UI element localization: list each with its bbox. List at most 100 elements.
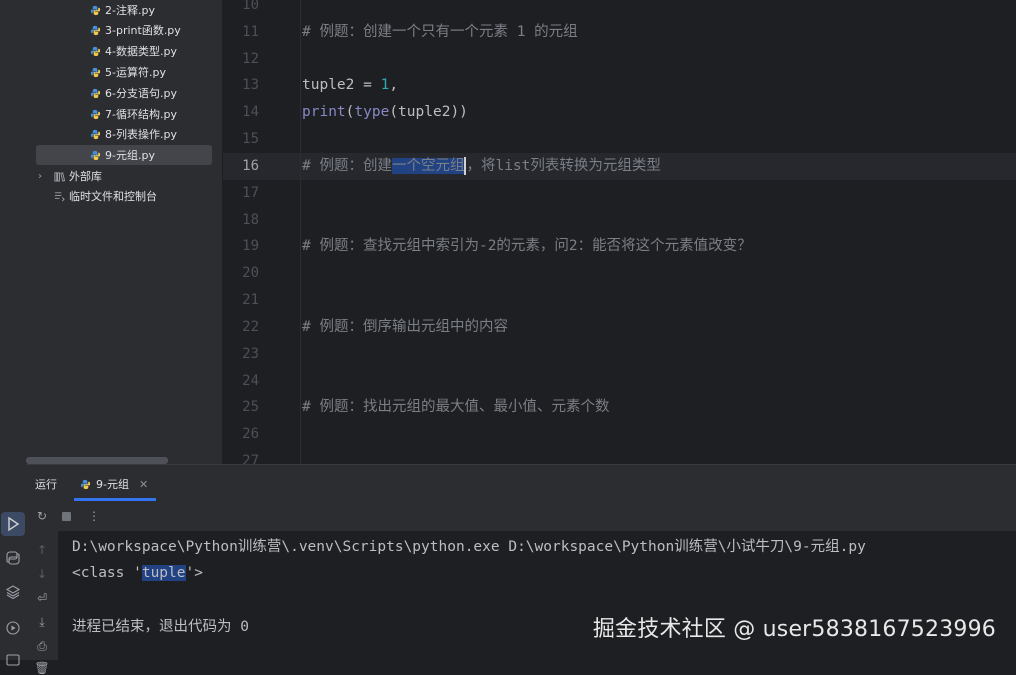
console-text: '> (185, 565, 203, 581)
code-line-print: print(type(tuple2)) (302, 99, 468, 126)
code-builtin: print (302, 104, 346, 120)
external-libs-label: 外部库 (69, 170, 102, 183)
arrow-up-icon[interactable]: ↑ (35, 543, 49, 557)
python-console-button[interactable] (1, 546, 25, 570)
line-number: 10 (242, 0, 259, 13)
rerun-icon[interactable]: ↻ (35, 509, 49, 523)
python-file-icon (90, 46, 101, 56)
line-number: 18 (242, 212, 259, 228)
file-label: 6-分支语句.py (105, 87, 177, 100)
tree-file-item[interactable]: 3-print函数.py (36, 20, 212, 40)
python-file-icon (90, 150, 101, 160)
code-punct: , (389, 77, 399, 93)
project-tree: 2-注释.py 3-print函数.py 4-数据类型.py 5-运算符.py … (26, 0, 223, 464)
trash-icon[interactable]: 🗑 (34, 661, 49, 675)
comment-text: # 例题：创建 (302, 158, 392, 174)
tree-file-item[interactable]: 5-运算符.py (36, 62, 212, 82)
console-text: <class ' (72, 565, 142, 581)
tree-file-item[interactable]: 7-循环结构.py (36, 104, 212, 124)
line-number: 14 (242, 104, 259, 120)
python-file-icon (90, 5, 101, 15)
run-config-tab[interactable]: 9-元组 ✕ (74, 471, 154, 497)
code-punct: ( (389, 104, 399, 120)
line-number: 25 (242, 399, 259, 415)
python-console-icon (6, 551, 20, 565)
chevron-right-icon: › (38, 170, 42, 182)
code-identifier: tuple2 (302, 77, 355, 93)
services-icon (6, 621, 20, 635)
more-options-icon[interactable]: ⋮ (87, 509, 101, 523)
code-comment-current: # 例题：创建一个空元组 ，将list列表转换为元组类型 (302, 153, 661, 180)
close-icon[interactable]: ✕ (139, 478, 148, 491)
tree-scratches[interactable]: 临时文件和控制台 (36, 186, 212, 206)
console-command-line: D:\workspace\Python训练营\.venv\Scripts\pyt… (72, 539, 866, 555)
line-number: 20 (242, 265, 259, 281)
tree-scrollbar[interactable] (26, 457, 168, 464)
tree-file-item[interactable]: 4-数据类型.py (36, 41, 212, 61)
code-line-assign: tuple2 = 1, (302, 72, 398, 99)
stop-icon[interactable] (59, 509, 73, 523)
file-label: 8-列表操作.py (105, 128, 177, 141)
library-icon (54, 171, 65, 182)
line-number: 27 (242, 453, 259, 464)
python-file-icon (90, 109, 101, 119)
tree-file-item-selected[interactable]: 9-元组.py (36, 145, 212, 165)
print-icon[interactable]: ⎙ (35, 639, 49, 653)
services-button[interactable] (1, 616, 25, 640)
terminal-button[interactable] (1, 648, 25, 672)
python-file-icon (90, 88, 101, 98)
line-number-gutter: 10 11 12 13 14 15 16 17 18 19 20 21 22 2… (223, 0, 287, 464)
file-label: 5-运算符.py (105, 66, 166, 79)
indent-guide (300, 0, 301, 464)
file-label: 2-注释.py (105, 4, 155, 17)
run-tool-button[interactable] (1, 512, 25, 536)
code-comment: # 例题：创建一个只有一个元素 1 的元组 (302, 24, 578, 40)
console-side-toolbar: ↑ ↓ ⏎ ⤓ ⎙ 🗑 (26, 531, 58, 675)
run-tab-label: 9-元组 (96, 478, 129, 491)
text-selection: tuple (141, 565, 186, 581)
terminal-icon (6, 654, 20, 666)
code-identifier: tuple2 (398, 104, 451, 120)
line-number: 21 (242, 292, 259, 308)
layers-button[interactable] (1, 580, 25, 604)
code-punct: )) (450, 104, 468, 120)
code-comment: # 例题：查找元组中索引为-2的元素，问2：能否将这个元素值改变？ (302, 238, 752, 254)
tree-file-item[interactable]: 8-列表操作.py (36, 124, 212, 144)
tree-file-item[interactable]: 6-分支语句.py (36, 83, 212, 103)
file-label: 7-循环结构.py (105, 108, 177, 121)
python-file-icon (90, 129, 101, 139)
python-file-icon (90, 67, 101, 77)
watermark: 掘金技术社区 @ user5838167523996 (592, 617, 996, 642)
code-comment: # 例题：倒序输出元组中的内容 (302, 319, 508, 335)
line-number: 26 (242, 426, 259, 442)
code-editor[interactable]: 10 11 12 13 14 15 16 17 18 19 20 21 22 2… (223, 0, 1016, 464)
layers-icon (5, 585, 21, 600)
run-title: 运行 (35, 478, 57, 491)
file-label: 3-print函数.py (105, 24, 181, 37)
run-header: 运行 9-元组 ✕ (26, 465, 1016, 501)
console-exit-line: 进程已结束，退出代码为 0 (72, 619, 249, 635)
scroll-to-end-icon[interactable]: ⤓ (35, 615, 49, 629)
line-number: 11 (242, 24, 259, 40)
text-selection: 一个空元组 (391, 158, 465, 174)
code-builtin: type (354, 104, 390, 120)
python-file-icon (90, 25, 101, 35)
line-number: 15 (242, 131, 259, 147)
file-label: 4-数据类型.py (105, 45, 177, 58)
line-number: 19 (242, 238, 259, 254)
tree-file-item[interactable]: 2-注释.py (36, 0, 212, 20)
line-number-current: 16 (242, 158, 259, 174)
code-operator: = (354, 77, 381, 93)
arrow-down-icon[interactable]: ↓ (35, 567, 49, 581)
file-label: 9-元组.py (105, 149, 155, 162)
line-number: 13 (242, 77, 259, 93)
soft-wrap-icon[interactable]: ⏎ (35, 591, 49, 605)
run-icon (8, 516, 20, 532)
tree-external-libs[interactable]: › 外部库 (36, 166, 212, 186)
line-number: 24 (242, 373, 259, 389)
console-output-line: <class 'tuple'> (72, 560, 203, 586)
line-number: 22 (242, 319, 259, 335)
scratches-icon (54, 191, 65, 201)
tool-window-bar (0, 0, 27, 666)
line-number: 23 (242, 346, 259, 362)
